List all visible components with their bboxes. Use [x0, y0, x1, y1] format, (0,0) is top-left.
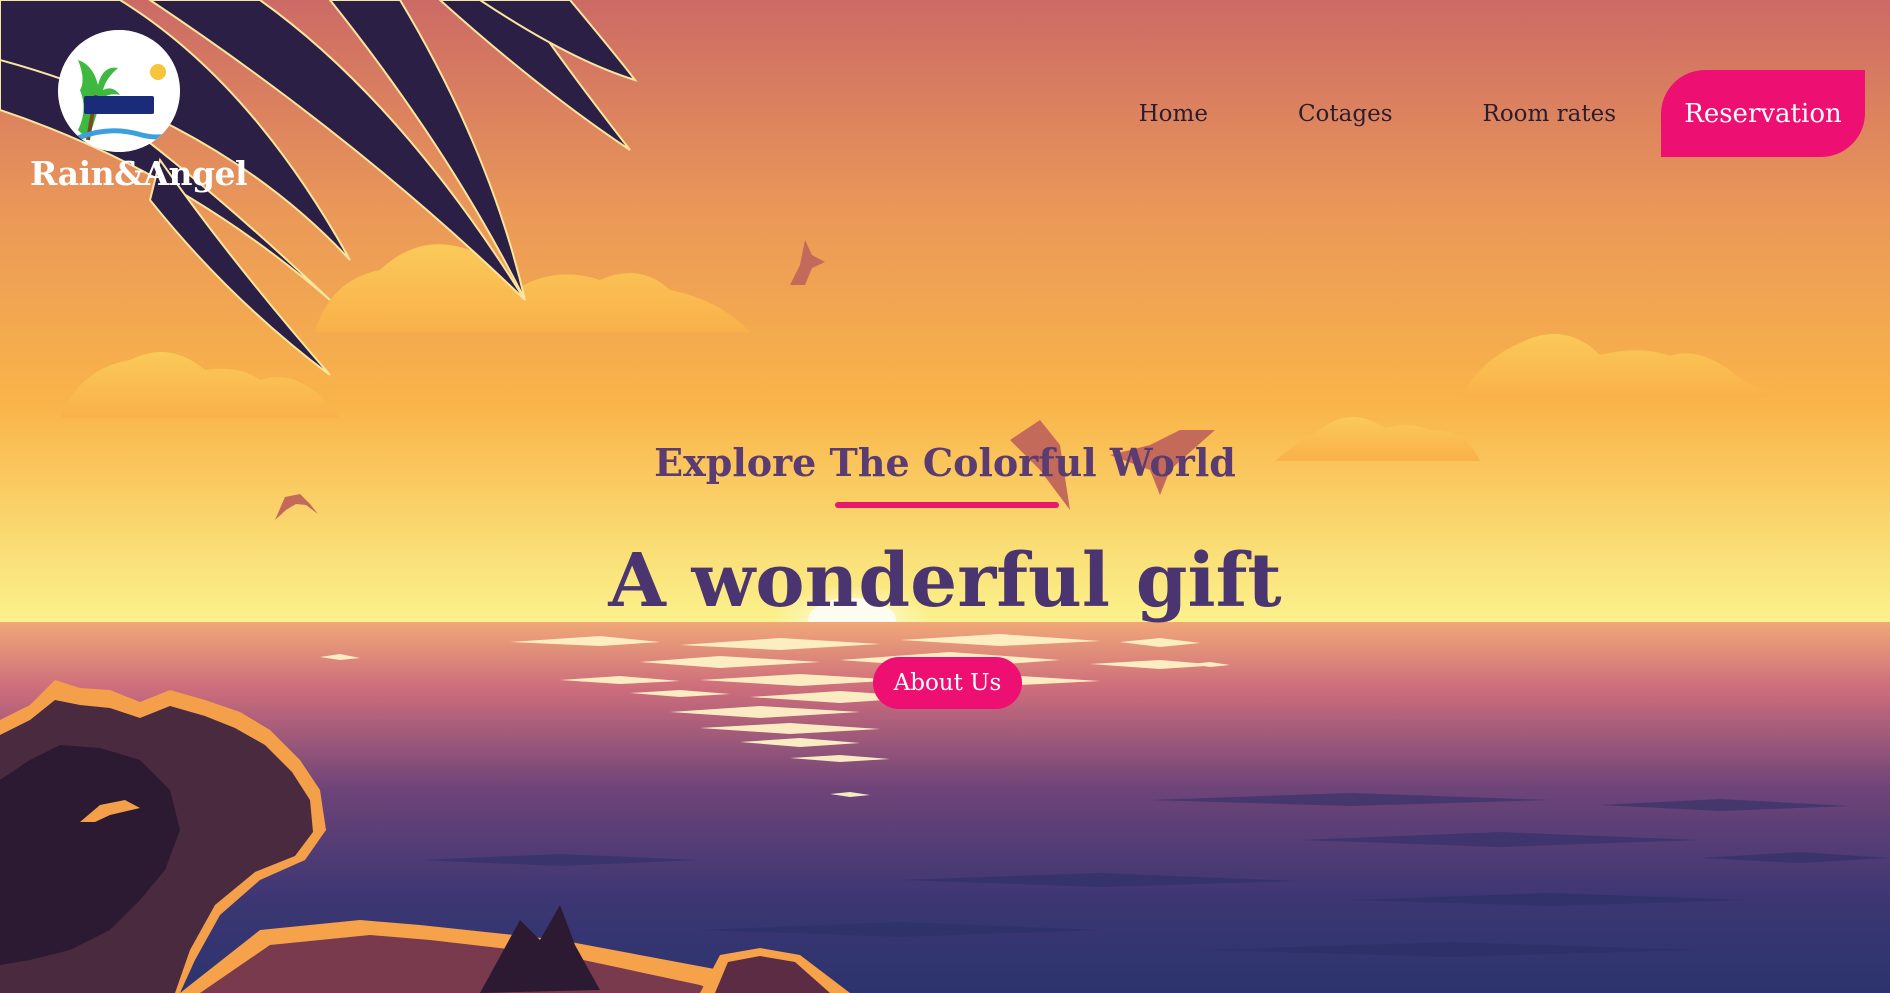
- reservation-button[interactable]: Reservation: [1661, 70, 1865, 157]
- nav-item-cotages[interactable]: Cotages: [1298, 101, 1393, 127]
- logo[interactable]: [58, 30, 180, 152]
- nav-item-home[interactable]: Home: [1139, 101, 1208, 127]
- hero-underline: [835, 502, 1059, 508]
- nav-item-room-rates[interactable]: Room rates: [1483, 101, 1617, 127]
- about-us-button[interactable]: About Us: [873, 657, 1022, 709]
- brand-name[interactable]: Rain&Angel: [30, 154, 248, 193]
- main-nav: Home Cotages Room rates Reservation: [1139, 70, 1890, 157]
- hero-subtitle: Explore The Colorful World: [654, 440, 1236, 485]
- logo-graphic: [58, 30, 180, 152]
- hero-title: A wonderful gift: [608, 538, 1282, 624]
